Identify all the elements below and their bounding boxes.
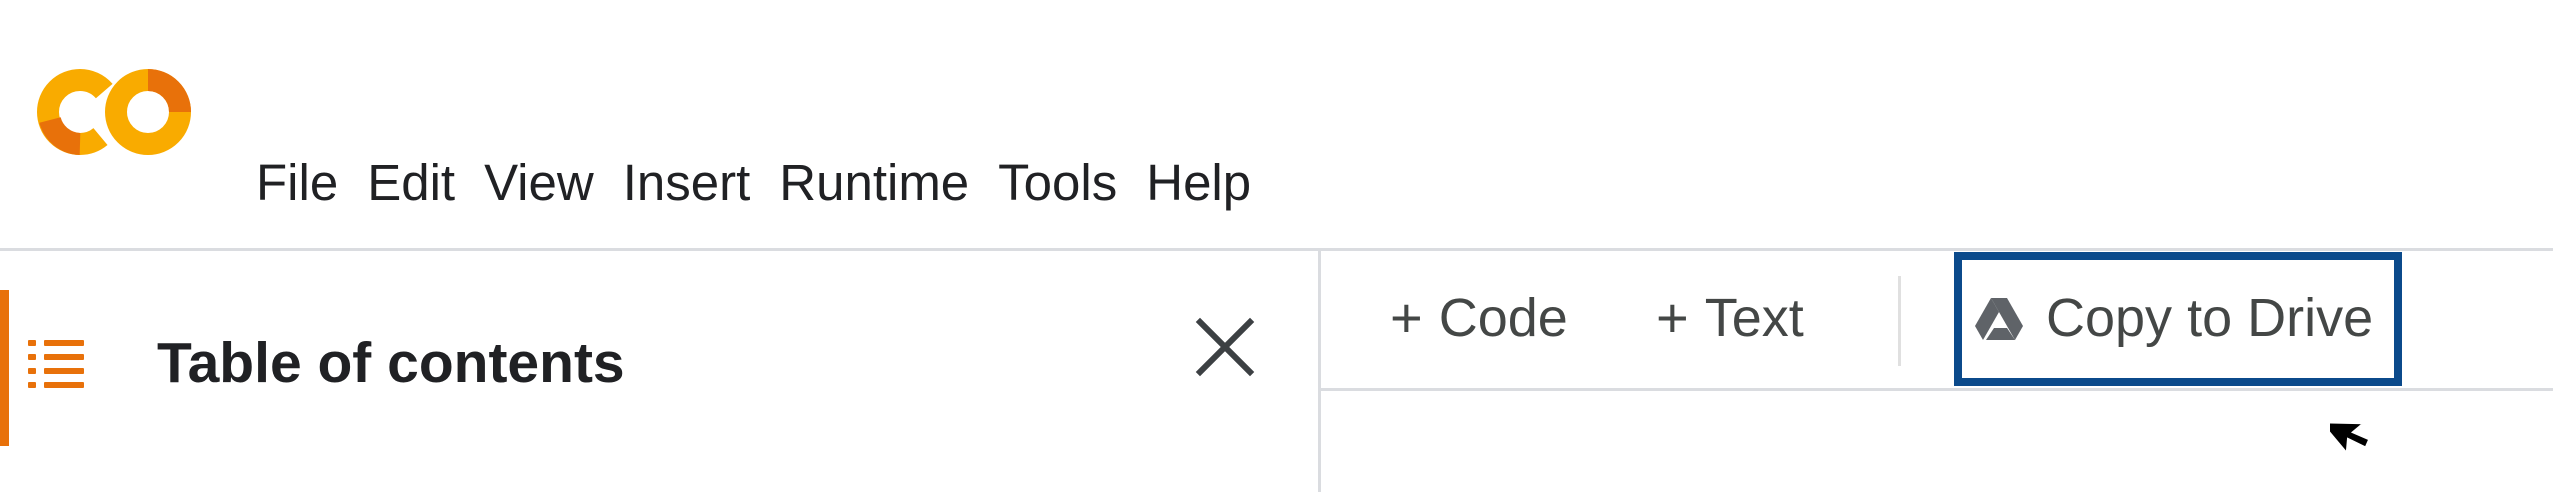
- toolbar-separator: [1898, 276, 1901, 366]
- menu-file[interactable]: File: [256, 150, 367, 216]
- add-code-button[interactable]: + Code: [1390, 282, 1568, 354]
- toolbar-divider: [1321, 388, 2553, 391]
- google-drive-icon: [1975, 298, 2023, 340]
- menu-help[interactable]: Help: [1146, 150, 1280, 216]
- menu-runtime[interactable]: Runtime: [779, 150, 998, 216]
- add-text-label: Text: [1704, 288, 1804, 348]
- menu-bar: File Edit View Insert Runtime Tools Help: [256, 150, 1280, 216]
- plus-icon: +: [1390, 286, 1423, 349]
- menu-edit[interactable]: Edit: [367, 150, 484, 216]
- menu-insert[interactable]: Insert: [623, 150, 780, 216]
- sidebar-active-indicator: [0, 290, 9, 446]
- colab-logo: [37, 69, 191, 155]
- add-text-button[interactable]: + Text: [1656, 282, 1804, 354]
- copy-to-drive-label: Copy to Drive: [2046, 288, 2374, 348]
- close-icon[interactable]: [1192, 314, 1258, 380]
- add-code-label: Code: [1438, 288, 1568, 348]
- mouse-cursor-icon: [2330, 421, 2371, 456]
- plus-icon: +: [1656, 286, 1689, 349]
- menu-tools[interactable]: Tools: [998, 150, 1146, 216]
- copy-to-drive-button[interactable]: Copy to Drive: [1974, 282, 2373, 354]
- sidebar-title: Table of contents: [157, 331, 625, 395]
- list-icon[interactable]: [24, 334, 88, 392]
- menu-view[interactable]: View: [484, 150, 623, 216]
- panel-divider: [1318, 251, 1321, 492]
